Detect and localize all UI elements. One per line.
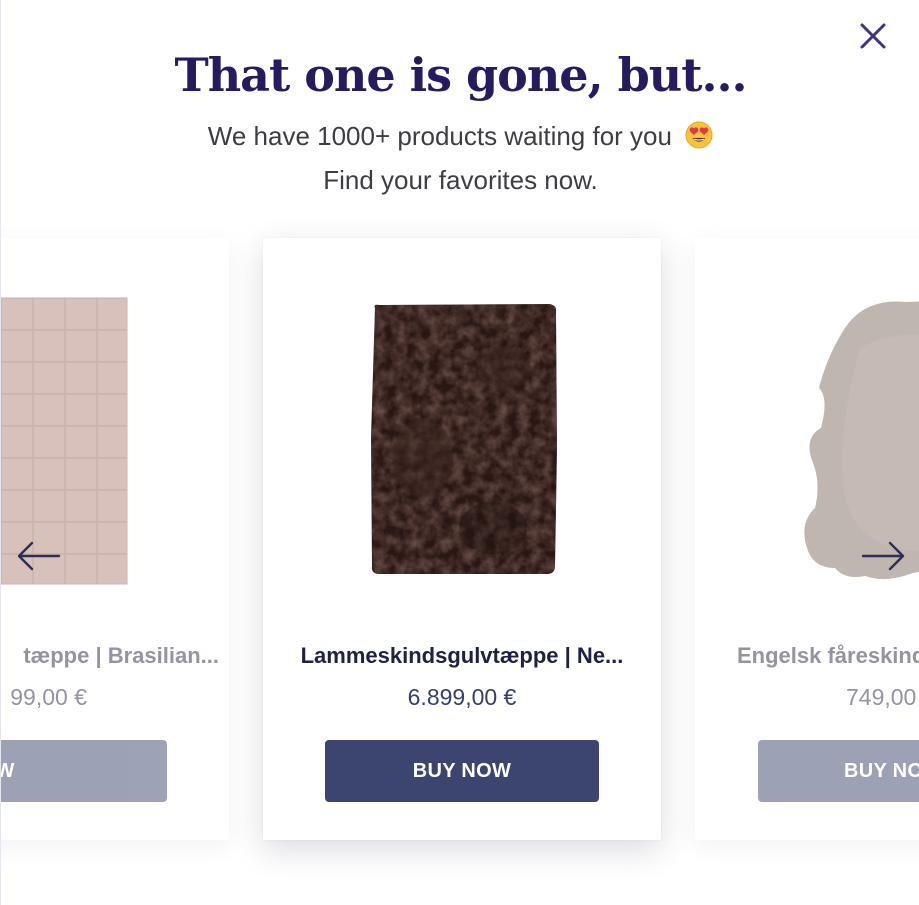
buy-now-button[interactable]: BUY NOW — [325, 740, 599, 802]
product-image — [371, 304, 557, 574]
product-price: 6.899,00 € — [407, 684, 517, 710]
product-price: 749,00 — [846, 684, 917, 710]
arrow-left-icon — [17, 541, 61, 571]
product-name[interactable]: Lammeskindsgulvtæppe | Ne... — [273, 643, 651, 669]
headline: That one is gone, but... — [174, 48, 747, 102]
product-card-active[interactable]: Lammeskindsgulvtæppe | Ne... 6.899,00 € … — [263, 238, 661, 840]
carousel-next-button[interactable] — [859, 538, 907, 574]
product-price: 99,00 € — [10, 684, 87, 710]
buy-now-button[interactable]: BUY NO — [758, 740, 919, 802]
heart-eyes-emoji-icon — [685, 121, 713, 149]
subheading-line-2: Find your favorites now. — [323, 165, 598, 195]
subheading-text: We have 1000+ products waiting for you — [207, 121, 672, 151]
carousel-previous-button[interactable] — [15, 538, 63, 574]
product-name[interactable]: Engelsk fåreskind — [737, 643, 919, 669]
product-name[interactable]: tæppe | Brasilian... — [1, 643, 219, 669]
popup-modal: That one is gone, but... We have 1000+ p… — [0, 0, 919, 905]
arrow-right-icon — [861, 541, 905, 571]
subheading-line-1: We have 1000+ products waiting for you — [1, 121, 919, 152]
buy-now-button[interactable]: UY NOW — [1, 740, 167, 802]
